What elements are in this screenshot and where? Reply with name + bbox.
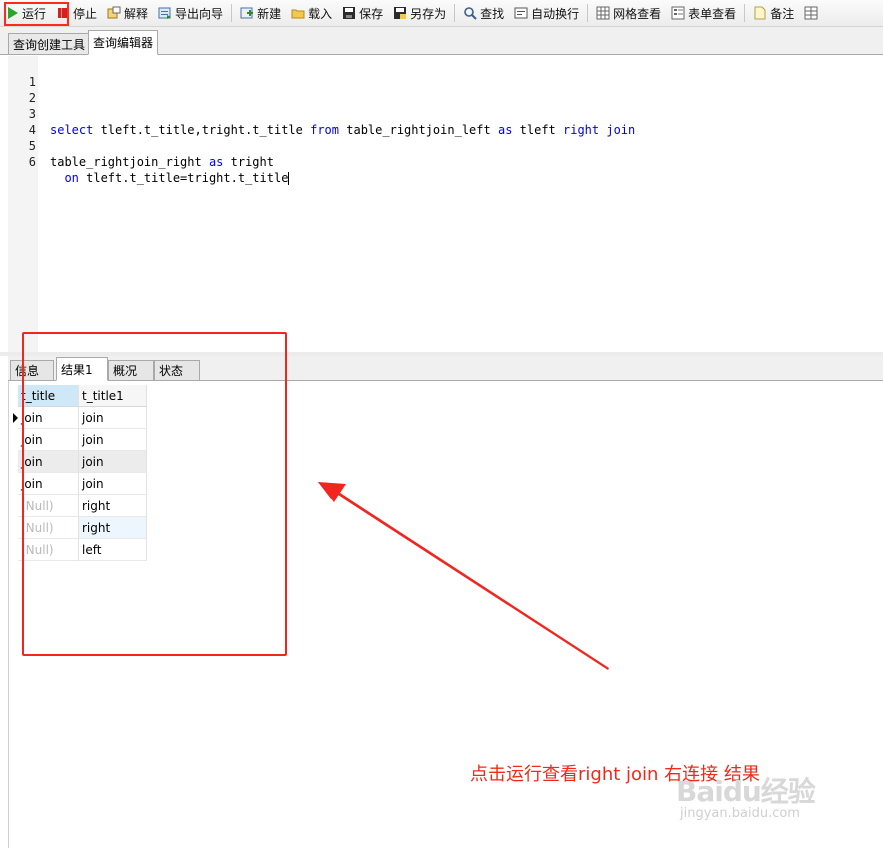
grid-icon [596, 6, 610, 20]
more-grid-button[interactable] [799, 2, 823, 24]
row-indicator [13, 473, 18, 495]
watermark-url: jingyan.baidu.com [680, 806, 800, 821]
row-indicator [13, 429, 18, 451]
form-view-button[interactable]: 表单查看 [666, 2, 741, 24]
stop-label: 停止 [73, 6, 98, 21]
find-label: 查找 [480, 6, 505, 21]
toolbar-divider [231, 4, 233, 22]
sql-indent [50, 171, 64, 185]
sql-keyword: as [497, 123, 513, 137]
watermark-logo: Baidu经验 [676, 775, 816, 808]
table-icon [804, 6, 818, 20]
code-line-6: 6 on tleft.t_title=tright.t_title [8, 138, 290, 185]
search-icon [463, 6, 477, 20]
sql-text: on tleft.t_title=tright.t_title [50, 170, 290, 186]
sql-keyword: join [606, 123, 636, 137]
grid-view-button[interactable]: 网格查看 [591, 2, 666, 24]
code-line-4: 4 [8, 106, 37, 137]
sql-text: table_rightjoin_right as tright [50, 154, 274, 170]
toolbar-divider [454, 4, 456, 22]
toolbar: 运行 停止 解释 导出向导 新建 载入 保存 另存为 查找 自动换行 网格查看 [0, 0, 883, 27]
tab-query-builder[interactable]: 查询创建工具 [8, 33, 91, 55]
find-button[interactable]: 查找 [458, 2, 509, 24]
save-as-label: 另存为 [410, 6, 447, 21]
grid-view-label: 网格查看 [613, 6, 662, 21]
row-indicator [13, 385, 18, 407]
code-line-2: 2 [8, 74, 37, 105]
sql-keyword: right [563, 123, 600, 137]
notes-button[interactable]: 备注 [748, 2, 799, 24]
form-view-label: 表单查看 [688, 6, 737, 21]
current-row-indicator-icon [13, 407, 18, 429]
notes-label: 备注 [770, 6, 795, 21]
code-line-1: 1 [8, 58, 37, 89]
sql-keyword: from [310, 123, 340, 137]
word-wrap-icon [514, 6, 528, 20]
sql-keyword: on [64, 171, 79, 185]
toolbar-divider [744, 4, 746, 22]
code-line-5: 5 table_rightjoin_right as tright [8, 122, 274, 169]
load-label: 载入 [308, 6, 333, 21]
sql-editor[interactable]: 1 2 3 select tleft.t_title,tright.t_titl… [8, 56, 883, 352]
save-as-icon [393, 6, 407, 20]
code-line-3: 3 select tleft.t_title,tright.t_title fr… [8, 90, 636, 137]
save-as-button[interactable]: 另存为 [388, 2, 451, 24]
result-highlight-box [22, 332, 287, 656]
explain-label: 解释 [124, 6, 149, 21]
sql-identifier: table_rightjoin_right [50, 155, 209, 169]
export-icon [158, 6, 172, 20]
form-icon [671, 6, 685, 20]
tab-query-editor[interactable]: 查询编辑器 [88, 30, 159, 55]
run-highlight-box [4, 2, 69, 26]
load-button[interactable]: 载入 [286, 2, 337, 24]
new-label: 新建 [257, 6, 282, 21]
export-wizard-button[interactable]: 导出向导 [153, 2, 228, 24]
row-indicator [13, 539, 18, 561]
sql-identifier: table_rightjoin_left [339, 123, 498, 137]
save-label: 保存 [359, 6, 384, 21]
sql-identifier: tleft.t_title,tright.t_title [93, 123, 311, 137]
word-wrap-label: 自动换行 [531, 6, 580, 21]
text-cursor [288, 172, 290, 185]
sql-identifier: tleft.t_title=tright.t_title [78, 171, 289, 185]
row-indicator [13, 451, 18, 473]
line-number: 6 [28, 155, 36, 169]
explain-icon [107, 6, 121, 20]
sql-keyword: select [50, 123, 94, 137]
sql-identifier: tleft [512, 123, 563, 137]
query-tab-bar: 查询创建工具 查询编辑器 [0, 27, 883, 55]
sql-text: select tleft.t_title,tright.t_title from… [50, 122, 635, 138]
sql-keyword: as [208, 155, 224, 169]
export-wizard-label: 导出向导 [175, 6, 224, 21]
toolbar-divider [587, 4, 589, 22]
save-button[interactable]: 保存 [337, 2, 388, 24]
explain-button[interactable]: 解释 [102, 2, 153, 24]
new-button[interactable]: 新建 [235, 2, 286, 24]
save-icon [342, 6, 356, 20]
row-indicator [13, 495, 18, 517]
sql-identifier: tright [223, 155, 274, 169]
new-query-icon [240, 6, 254, 20]
word-wrap-button[interactable]: 自动换行 [509, 2, 584, 24]
row-indicator [13, 517, 18, 539]
note-icon [753, 6, 767, 20]
folder-icon [291, 6, 305, 20]
